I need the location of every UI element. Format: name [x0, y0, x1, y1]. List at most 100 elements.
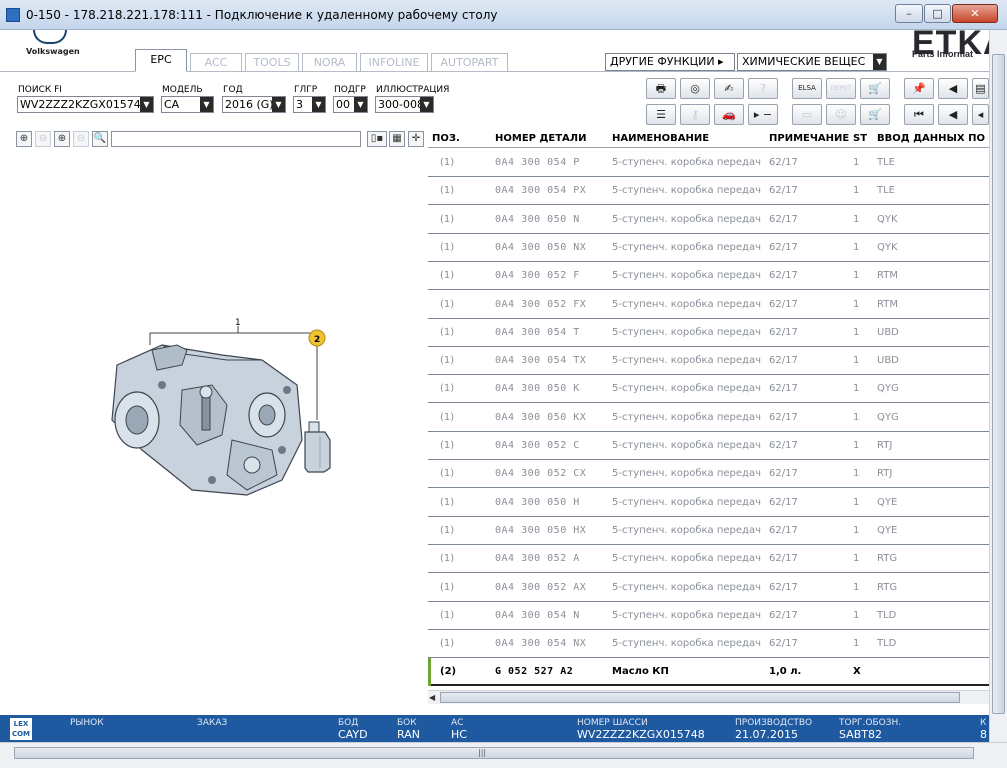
- tab-infoline[interactable]: INFOLINE: [360, 53, 428, 72]
- doc-button[interactable]: ▤: [972, 78, 989, 99]
- table-row[interactable]: (1) 0A4 300 052 A 5-ступенч. коробка перед…: [428, 545, 989, 574]
- table-row[interactable]: (1) 0A4 300 052 CX 5-ступенч. коробка пере…: [428, 460, 989, 489]
- main-group-label: ГЛГР: [294, 85, 318, 95]
- zoom-out-icon[interactable]: ⊖: [35, 131, 51, 147]
- table-row[interactable]: (1) 0A4 300 054 NX 5-ступенч. коробка пере…: [428, 630, 989, 659]
- cell-st: 1: [853, 496, 860, 508]
- window-scrollbar-thumb[interactable]: [14, 747, 974, 759]
- scroll-left-icon[interactable]: ◀: [429, 692, 439, 703]
- cart-button[interactable]: 🛒: [860, 104, 890, 125]
- chevron-down-icon[interactable]: ▼: [272, 97, 285, 112]
- tab-acc[interactable]: ACC: [190, 53, 242, 72]
- col-part-number[interactable]: НОМЕР ДЕТАЛИ: [495, 133, 586, 144]
- col-st[interactable]: ST: [853, 133, 867, 144]
- col-name[interactable]: НАИМЕНОВАНИЕ: [612, 133, 709, 144]
- search-icon[interactable]: 🔍: [92, 131, 108, 147]
- play-minus-button[interactable]: ▸ −: [748, 104, 778, 125]
- cell-note: 62/17: [769, 157, 798, 168]
- chevron-down-icon[interactable]: ▼: [312, 97, 325, 112]
- cell-part-number: 0A4 300 050 NX: [495, 241, 587, 253]
- hands-button[interactable]: ✍: [714, 78, 744, 99]
- chevron-down-icon[interactable]: ▼: [354, 97, 367, 112]
- tab-epc[interactable]: EPC: [135, 49, 187, 72]
- table-row[interactable]: (1) 0A4 300 050 N 5-ступенч. коробка перед…: [428, 206, 989, 234]
- crosshair-icon[interactable]: ✛: [408, 131, 424, 147]
- first-page-button[interactable]: ⏮: [904, 104, 934, 125]
- key-button[interactable]: ⚷: [680, 104, 710, 125]
- table-row[interactable]: (1) 0A4 300 052 AX 5-ступенч. коробка пере…: [428, 574, 989, 602]
- cell-note: 62/17: [769, 241, 798, 253]
- table-row[interactable]: (2) G 052 527 A2 Масло КП 1,0 л. X: [428, 658, 989, 687]
- tab-nora[interactable]: NORA: [302, 53, 357, 72]
- tab-tools[interactable]: TOOLS: [245, 53, 299, 72]
- model-select[interactable]: CA ▼: [161, 96, 214, 113]
- table-horizontal-scrollbar[interactable]: ◀: [428, 690, 989, 704]
- close-button[interactable]: ✕: [952, 4, 998, 23]
- depot-button[interactable]: DEPOT: [826, 78, 856, 99]
- bok-label: БОК: [397, 718, 417, 728]
- vertical-scrollbar[interactable]: [989, 30, 1007, 742]
- illustration-select[interactable]: 300-008 ▼: [375, 96, 434, 113]
- elsa-button[interactable]: ELSA: [792, 78, 822, 99]
- back-button[interactable]: ◀: [938, 78, 968, 99]
- minimize-button[interactable]: –: [895, 4, 923, 23]
- col-note[interactable]: ПРИМЕЧАНИЕ: [769, 133, 849, 144]
- oil-bottle-icon[interactable]: [304, 421, 331, 473]
- col-pos[interactable]: ПОЗ.: [432, 133, 460, 144]
- table-row[interactable]: (1) 0A4 300 050 HX 5-ступенч. коробка пере…: [428, 517, 989, 545]
- cell-st: 1: [853, 157, 860, 168]
- maximize-button[interactable]: □: [924, 4, 951, 23]
- main-group-select[interactable]: 3 ▼: [293, 96, 326, 113]
- subgroup-select[interactable]: 00 ▼: [333, 96, 368, 113]
- table-row[interactable]: (1) 0A4 300 054 TX 5-ступенч. коробка пере…: [428, 347, 989, 376]
- table-scrollbar-thumb[interactable]: [440, 692, 960, 703]
- bod-label: БОД: [338, 718, 359, 728]
- col-data-entry[interactable]: ВВОД ДАННЫХ ПО МО: [877, 133, 989, 144]
- drawing-search-input[interactable]: [111, 131, 361, 147]
- fi-search-select[interactable]: WV2ZZZ2KZGX015748 ▼: [17, 96, 154, 113]
- grid-view-icon[interactable]: ▦: [389, 131, 405, 147]
- zoom-fit-icon[interactable]: ⊕: [54, 131, 70, 147]
- table-row[interactable]: (1) 0A4 300 052 C 5-ступенч. коробка перед…: [428, 432, 989, 460]
- table-row[interactable]: (1) 0A4 300 054 PX 5-ступенч. коробка пере…: [428, 177, 989, 206]
- k-value: 8: [980, 728, 987, 741]
- list-button[interactable]: ☰: [646, 104, 676, 125]
- chevron-down-icon[interactable]: ▼: [140, 97, 153, 112]
- vertical-scrollbar-thumb[interactable]: [992, 54, 1005, 714]
- split-view-icon[interactable]: ▯▪: [367, 131, 387, 147]
- chevron-down-icon[interactable]: ▼: [873, 54, 886, 70]
- prev-page-button[interactable]: ◀: [938, 104, 968, 125]
- other-functions-button[interactable]: ДРУГИЕ ФУНКЦИИ ▸: [605, 53, 735, 71]
- tab-autopart[interactable]: AUTOPART: [431, 53, 508, 72]
- chevron-down-icon[interactable]: ▼: [420, 97, 433, 112]
- table-row[interactable]: (1) 0A4 300 050 KX 5-ступенч. коробка пере…: [428, 404, 989, 432]
- zoom-in-icon[interactable]: ⊕: [16, 131, 32, 147]
- cell-st: 1: [853, 638, 860, 650]
- window-titlebar[interactable]: 0-150 - 178.218.221.178:111 - Подключени…: [0, 0, 1007, 30]
- cell-name: 5-ступенч. коробка передач: [612, 440, 761, 451]
- table-row[interactable]: (1) 0A4 300 050 NX 5-ступенч. коробка пере…: [428, 234, 989, 262]
- chemicals-select[interactable]: ХИМИЧЕСКИЕ ВЕЩЕС ▼: [737, 53, 887, 71]
- disc-button[interactable]: ◎: [680, 78, 710, 99]
- year-select[interactable]: 2016 (G) ▼: [222, 96, 286, 113]
- prev2-page-button[interactable]: ◂: [972, 104, 989, 125]
- table-row[interactable]: (1) 0A4 300 050 K 5-ступенч. коробка перед…: [428, 375, 989, 404]
- print-button[interactable]: 🖶: [646, 78, 676, 99]
- gearbox-icon[interactable]: [111, 344, 303, 496]
- help-button[interactable]: ?: [748, 78, 778, 99]
- car-button[interactable]: 🚗: [714, 104, 744, 125]
- table-row[interactable]: (1) 0A4 300 054 T 5-ступенч. коробка перед…: [428, 319, 989, 347]
- user-button[interactable]: ☺: [826, 104, 856, 125]
- table-row[interactable]: (1) 0A4 300 050 H 5-ступенч. коробка перед…: [428, 489, 989, 517]
- table-row[interactable]: (1) 0A4 300 054 P 5-ступенч. коробка перед…: [428, 149, 989, 177]
- table-row[interactable]: (1) 0A4 300 054 N 5-ступенч. коробка перед…: [428, 602, 989, 630]
- table-row[interactable]: (1) 0A4 300 052 F 5-ступенч. коробка перед…: [428, 262, 989, 291]
- table-row[interactable]: (1) 0A4 300 052 FX 5-ступенч. коробка пере…: [428, 291, 989, 319]
- zoom-reset-icon[interactable]: ⊖: [73, 131, 89, 147]
- chevron-down-icon[interactable]: ▼: [200, 97, 213, 112]
- pin-button[interactable]: 📌: [904, 78, 934, 99]
- tile-button[interactable]: ▭: [792, 104, 822, 125]
- window-horizontal-scrollbar[interactable]: |||: [0, 742, 1007, 768]
- cart-add-button[interactable]: 🛒: [860, 78, 890, 99]
- cell-code: RTM: [877, 298, 898, 310]
